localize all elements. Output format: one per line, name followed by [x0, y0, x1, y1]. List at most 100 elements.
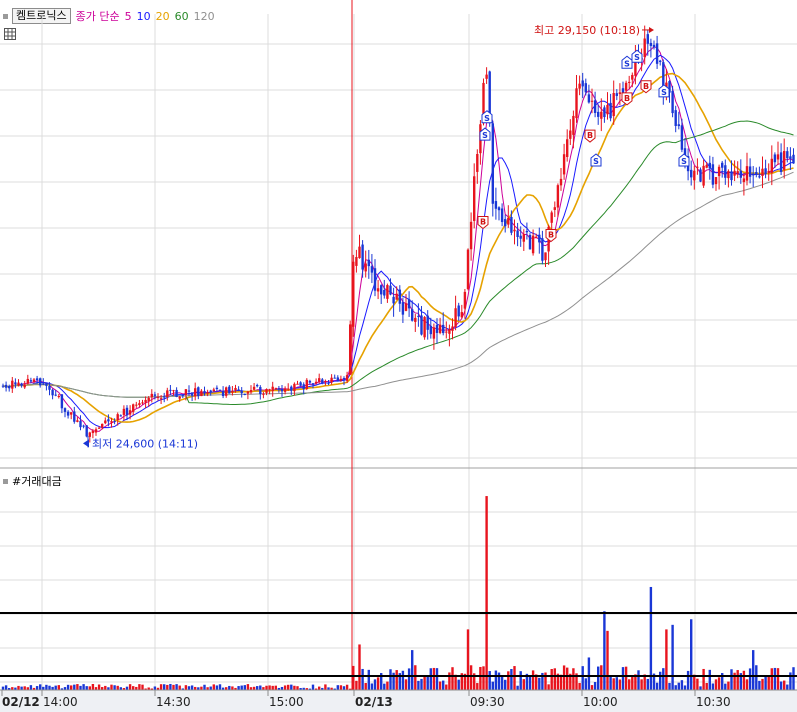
candle-body: [721, 162, 724, 168]
candle-body: [569, 130, 572, 139]
candle-body: [194, 388, 197, 397]
candle-body: [575, 88, 578, 119]
candle-body: [265, 389, 268, 393]
candle-body: [541, 238, 544, 261]
buy-signal-label: B: [548, 231, 554, 240]
volume-bar: [336, 685, 339, 690]
candle-body: [175, 389, 178, 397]
buy-signal-label: B: [480, 218, 486, 227]
candle-body: [200, 390, 203, 397]
candle-body: [752, 173, 755, 176]
volume-bar: [370, 683, 374, 690]
candle-body: [234, 387, 237, 391]
candle-body: [150, 393, 153, 398]
candle-body: [578, 83, 581, 89]
candle-body: [699, 169, 702, 182]
candle-body: [423, 317, 426, 338]
candle-body: [380, 285, 383, 295]
volume-bar: [110, 684, 113, 690]
high-arrow-icon: [649, 26, 654, 33]
candle-body: [435, 324, 439, 333]
volume-bar: [491, 681, 494, 690]
candle-body: [181, 395, 184, 397]
volume-bar: [773, 667, 777, 690]
candle-body: [786, 151, 789, 159]
volume-bar: [383, 683, 386, 690]
volume-bar: [717, 677, 721, 690]
candle-body: [4, 384, 8, 388]
volume-bar: [770, 668, 773, 690]
candle-body: [556, 185, 560, 208]
candle-body: [745, 166, 749, 181]
sell-signal-label: S: [484, 114, 490, 123]
candle-body: [215, 387, 219, 390]
volume-bar: [386, 681, 389, 690]
candle-body: [187, 390, 191, 392]
candle-body: [125, 407, 129, 416]
candle-body: [671, 90, 674, 114]
candle-body: [246, 391, 250, 394]
candle-body: [274, 387, 277, 389]
volume-bar: [429, 668, 432, 690]
candle-body: [758, 176, 761, 178]
volume-bars: [1, 496, 795, 690]
low-arrow-icon: [83, 439, 89, 448]
volume-bar: [91, 684, 95, 690]
candle-body: [417, 315, 420, 317]
volume-bar: [104, 685, 107, 690]
volume-bar: [553, 668, 556, 690]
sell-signal-label: S: [624, 59, 630, 68]
candle-body: [212, 389, 215, 392]
candle-body: [70, 412, 73, 415]
candle-body: [770, 158, 773, 173]
volume-bar: [451, 667, 454, 690]
candle-body: [463, 291, 467, 309]
volume-bar: [29, 685, 33, 690]
volume-bar: [488, 671, 491, 690]
candle-body: [91, 430, 95, 434]
candle-body: [256, 385, 259, 387]
volume-bar: [311, 684, 315, 690]
candle-body: [429, 325, 432, 335]
x-axis-tick-label: 14:30: [156, 695, 191, 709]
candle-body: [553, 207, 556, 210]
candle-body: [516, 230, 519, 237]
candle-body: [618, 92, 622, 95]
candle-body: [550, 212, 553, 223]
volume-bar: [411, 650, 414, 690]
volume-bar: [237, 686, 240, 690]
candle-body: [615, 93, 618, 96]
candle-body: [497, 207, 501, 211]
volume-bar: [345, 684, 349, 690]
volume-bar: [581, 666, 584, 690]
volume-bar: [745, 679, 749, 690]
volume-bar: [141, 684, 144, 690]
volume-bar: [35, 686, 39, 690]
candle-body: [1, 385, 5, 387]
volume-bar: [724, 683, 727, 690]
x-axis-tick-label: 14:00: [43, 695, 78, 709]
volume-bar: [649, 586, 653, 690]
volume-bar: [727, 681, 730, 690]
volume-bar: [507, 671, 510, 690]
candle-body: [566, 139, 569, 157]
volume-bar: [352, 665, 355, 690]
volume-bar: [578, 682, 581, 690]
volume-bar: [265, 685, 268, 690]
volume-bar: [414, 665, 417, 690]
candle-body: [535, 236, 538, 238]
candle-body: [755, 172, 758, 175]
candle-body: [324, 380, 327, 382]
candle-body: [572, 115, 575, 135]
candle-body: [612, 92, 615, 117]
volume-bar: [674, 685, 677, 690]
candle-body: [513, 229, 516, 232]
candle-body: [39, 378, 42, 386]
volume-bar: [296, 686, 299, 690]
candle-body: [438, 324, 442, 333]
candle-body: [153, 394, 157, 396]
volume-bar: [761, 678, 764, 690]
candle-body: [742, 178, 746, 183]
volume-bar: [283, 685, 287, 690]
volume-bar: [711, 683, 715, 690]
